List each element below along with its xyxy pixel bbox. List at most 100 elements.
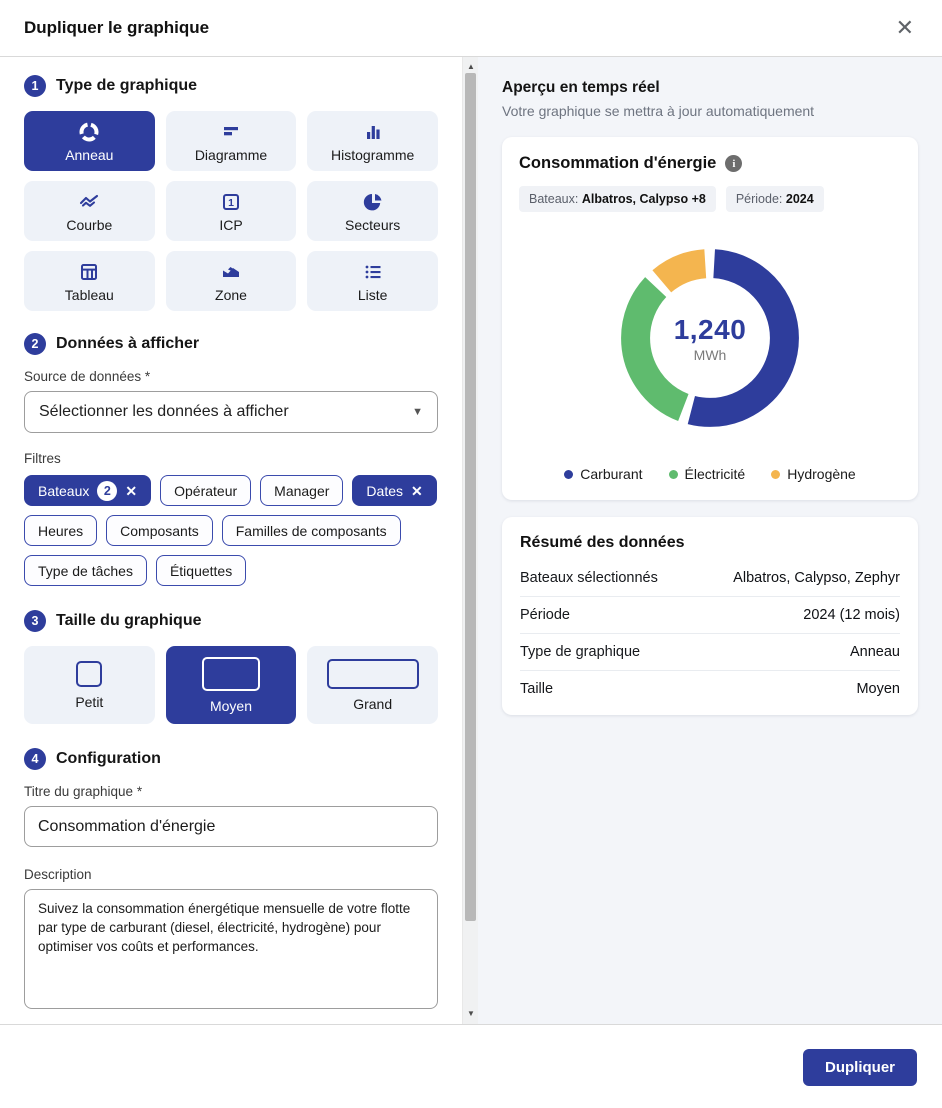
filter-chip-composants[interactable]: Composants [106, 515, 213, 546]
chart-type-tableau[interactable]: Tableau [24, 251, 155, 311]
donut-chart-icon [77, 120, 101, 144]
modal-header: Dupliquer le graphique ✕ [0, 0, 942, 57]
chip-label: Heures [38, 523, 83, 539]
chart-type-label: Diagramme [195, 147, 267, 163]
summary-value: Albatros, Calypso, Zephyr [733, 570, 900, 586]
scrollbar-thumb[interactable] [465, 73, 476, 921]
svg-text:1: 1 [228, 196, 234, 208]
chart-meta-chips: Bateaux: Albatros, Calypso +8 Période: 2… [519, 186, 901, 212]
meta-chip-value: 2024 [786, 192, 814, 206]
chip-label: Composants [120, 523, 199, 539]
legend-label: Hydrogène [787, 466, 856, 482]
preview-subtitle: Votre graphique se mettra à jour automat… [502, 103, 918, 119]
kpi-number-icon: 1 [219, 190, 243, 214]
chart-type-courbe[interactable]: Courbe [24, 181, 155, 241]
size-petit[interactable]: Petit [24, 646, 155, 724]
chart-title-input[interactable] [24, 806, 438, 847]
legend-dot [771, 470, 780, 479]
filter-chip-dates[interactable]: Dates ✕ [352, 475, 436, 506]
preview-pane: Aperçu en temps réel Votre graphique se … [478, 57, 942, 1024]
chart-type-anneau[interactable]: Anneau [24, 111, 155, 171]
info-icon[interactable]: i [725, 155, 742, 172]
description-label: Description [24, 867, 438, 882]
chart-type-secteurs[interactable]: Secteurs [307, 181, 438, 241]
section-chart-type-header: 1 Type de graphique [24, 75, 438, 97]
filter-chip-familles[interactable]: Familles de composants [222, 515, 401, 546]
chart-type-label: Liste [358, 287, 388, 303]
filter-chip-bateaux[interactable]: Bateaux 2 ✕ [24, 475, 151, 506]
legend-item-hydrogene: Hydrogène [771, 466, 856, 482]
remove-filter-icon[interactable]: ✕ [125, 484, 137, 498]
data-source-select[interactable]: Sélectionner les données à afficher ▼ [24, 391, 438, 433]
meta-chip-label: Bateaux: [529, 192, 578, 206]
size-small-shape-icon [76, 661, 102, 687]
step-number-badge: 3 [24, 610, 46, 632]
filter-count-badge: 2 [97, 481, 117, 501]
vertical-scrollbar[interactable]: ▲ ▼ [462, 57, 478, 1024]
chart-type-histogramme[interactable]: Histogramme [307, 111, 438, 171]
line-chart-icon [77, 190, 101, 214]
filter-chips: Bateaux 2 ✕ Opérateur Manager Dates ✕ He… [24, 475, 438, 586]
scroll-up-arrow-icon[interactable]: ▲ [463, 59, 479, 73]
duplicate-button[interactable]: Dupliquer [803, 1049, 917, 1086]
chart-type-grid: Anneau Diagramme Histogramme [24, 111, 438, 311]
section-title: Taille du graphique [56, 612, 202, 630]
filter-chip-manager[interactable]: Manager [260, 475, 343, 506]
legend-dot [669, 470, 678, 479]
chart-legend: Carburant Électricité Hydrogène [519, 466, 901, 486]
chevron-down-icon: ▼ [412, 406, 423, 418]
chart-preview-card: Consommation d'énergie i Bateaux: Albatr… [502, 137, 918, 500]
scroll-down-arrow-icon[interactable]: ▼ [463, 1006, 479, 1020]
description-textarea[interactable]: Suivez la consommation énergétique mensu… [24, 889, 438, 1009]
size-grand[interactable]: Grand [307, 646, 438, 724]
column-chart-icon [361, 120, 385, 144]
chip-label: Opérateur [174, 483, 237, 499]
preview-title: Aperçu en temps réel [502, 79, 918, 97]
chart-type-label: Courbe [66, 217, 112, 233]
section-title: Type de graphique [56, 77, 197, 95]
legend-label: Carburant [580, 466, 642, 482]
filter-chip-heures[interactable]: Heures [24, 515, 97, 546]
section-size-header: 3 Taille du graphique [24, 610, 438, 632]
summary-row-periode: Période 2024 (12 mois) [520, 597, 900, 634]
horizontal-bars-icon [219, 120, 243, 144]
duplicate-chart-modal: Dupliquer le graphique ✕ 1 Type de graph… [0, 0, 942, 1108]
legend-item-carburant: Carburant [564, 466, 642, 482]
size-label: Moyen [210, 698, 252, 714]
filters-label: Filtres [24, 451, 438, 466]
close-icon[interactable]: ✕ [892, 15, 918, 41]
chart-type-diagramme[interactable]: Diagramme [166, 111, 297, 171]
summary-row-taille: Taille Moyen [520, 671, 900, 707]
modal-body: 1 Type de graphique Anneau Diagramme [0, 57, 942, 1024]
legend-item-electricite: Électricité [669, 466, 746, 482]
filter-chip-etiquettes[interactable]: Étiquettes [156, 555, 246, 586]
chart-type-label: Zone [215, 287, 247, 303]
filter-chip-operateur[interactable]: Opérateur [160, 475, 251, 506]
chart-type-zone[interactable]: Zone [166, 251, 297, 311]
chart-type-icp[interactable]: 1 ICP [166, 181, 297, 241]
legend-label: Électricité [685, 466, 746, 482]
remove-filter-icon[interactable]: ✕ [411, 484, 423, 498]
list-icon [361, 260, 385, 284]
size-moyen[interactable]: Moyen [166, 646, 297, 724]
size-grid: Petit Moyen Grand [24, 646, 438, 724]
summary-value: Anneau [850, 644, 900, 660]
table-icon [77, 260, 101, 284]
chart-card-title: Consommation d'énergie [519, 154, 716, 173]
pie-chart-icon [361, 190, 385, 214]
step-number-badge: 1 [24, 75, 46, 97]
area-chart-icon [219, 260, 243, 284]
chart-type-label: Secteurs [345, 217, 400, 233]
boats-meta-chip: Bateaux: Albatros, Calypso +8 [519, 186, 716, 212]
section-title: Données à afficher [56, 335, 199, 353]
chip-label: Type de tâches [38, 563, 133, 579]
data-source-placeholder: Sélectionner les données à afficher [39, 403, 289, 421]
chip-label: Bateaux [38, 483, 89, 499]
filter-chip-type-taches[interactable]: Type de tâches [24, 555, 147, 586]
chip-label: Étiquettes [170, 563, 232, 579]
size-label: Petit [75, 694, 103, 710]
section-data-header: 2 Données à afficher [24, 333, 438, 355]
chart-title-label: Titre du graphique * [24, 784, 438, 799]
step-number-badge: 2 [24, 333, 46, 355]
chart-type-liste[interactable]: Liste [307, 251, 438, 311]
